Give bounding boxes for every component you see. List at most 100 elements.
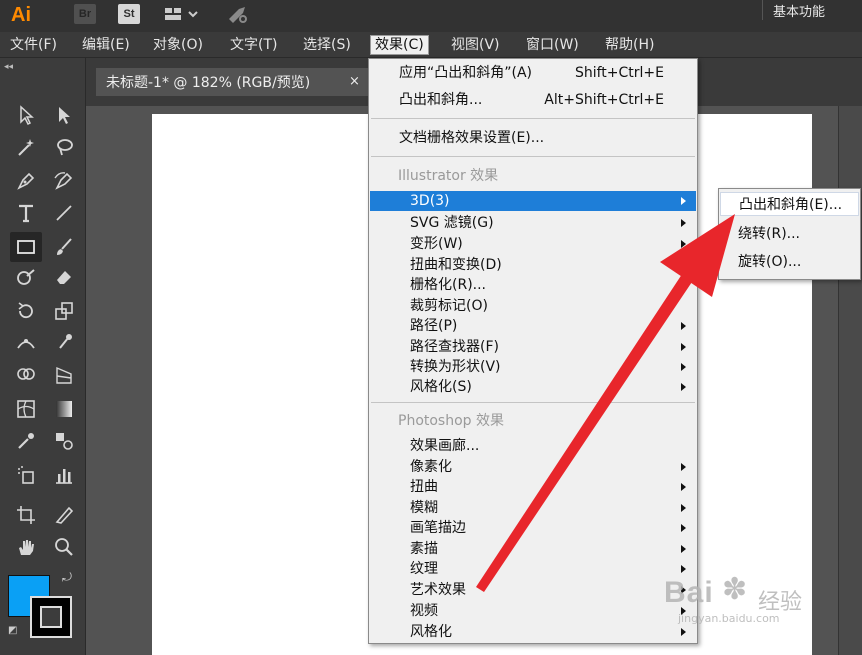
blend-tool-icon[interactable] [50, 428, 78, 454]
menu-item-label: 路径查找器(F) [410, 339, 499, 355]
last-effect-item[interactable]: 凸出和斜角... Alt+Shift+Ctrl+E [370, 90, 696, 110]
zoom-tool-icon[interactable] [50, 534, 78, 560]
effect-path-item[interactable]: 路径(P) [370, 316, 696, 336]
effect-convert-to-shape-item[interactable]: 转换为形状(V) [370, 357, 696, 377]
close-tab-icon[interactable]: × [349, 74, 360, 89]
scale-tool-icon[interactable] [50, 298, 78, 324]
gpu-rocket-icon [229, 7, 247, 23]
menu-window[interactable]: 窗口(W) [522, 35, 583, 55]
effect-distort-transform-item[interactable]: 扭曲和变换(D) [370, 255, 696, 275]
menu-item-label: 素描 [410, 541, 438, 557]
menu-item-shortcut: Alt+Shift+Ctrl+E [544, 92, 664, 108]
effect-pixelate-item[interactable]: 像素化 [370, 457, 696, 477]
menu-item-label: 纹理 [410, 561, 438, 577]
rotate-tool-icon[interactable] [12, 298, 40, 324]
photoshop-effects-header: Photoshop 效果 [398, 413, 505, 429]
revolve-item[interactable]: 绕转(R)... [720, 222, 859, 246]
menu-type[interactable]: 文字(T) [226, 35, 281, 55]
effect-artistic-item[interactable]: 艺术效果 [370, 580, 696, 600]
menu-view[interactable]: 视图(V) [447, 35, 504, 55]
menu-item-label: 风格化(S) [410, 379, 472, 395]
raster-effects-settings-item[interactable]: 文档栅格效果设置(E)... [370, 128, 696, 148]
effect-crop-marks-item[interactable]: 裁剪标记(O) [370, 296, 696, 316]
effect-gallery-item[interactable]: 效果画廊... [370, 436, 696, 456]
arrange-documents-button[interactable] [160, 4, 206, 24]
lasso-tool-icon[interactable] [50, 134, 78, 160]
effect-svg-filters-item[interactable]: SVG 滤镜(G) [370, 213, 696, 233]
mesh-tool-icon[interactable] [12, 396, 40, 422]
menu-item-label: SVG 滤镜(G) [410, 215, 494, 231]
menu-edit[interactable]: 编辑(E) [78, 35, 134, 55]
effect-video-item[interactable]: 视频 [370, 601, 696, 621]
shaper-tool-icon[interactable] [12, 264, 40, 290]
menu-select[interactable]: 选择(S) [299, 35, 355, 55]
rotate-3d-item[interactable]: 旋转(O)... [720, 250, 859, 274]
effect-ps-distort-item[interactable]: 扭曲 [370, 477, 696, 497]
gpu-performance-button[interactable] [224, 4, 252, 24]
eraser-tool-icon[interactable] [50, 264, 78, 290]
workspace-switcher[interactable]: 基本功能 [762, 0, 862, 20]
type-tool-icon[interactable] [12, 200, 40, 226]
submenu-arrow-icon [681, 463, 686, 471]
artboard-tool-icon[interactable] [12, 502, 40, 528]
menu-item-label: 路径(P) [410, 318, 458, 334]
effect-pathfinder-item[interactable]: 路径查找器(F) [370, 337, 696, 357]
submenu-arrow-icon [681, 628, 686, 636]
shape-builder-tool-icon[interactable] [12, 362, 40, 388]
menu-item-label: 扭曲 [410, 479, 438, 495]
effect-stylize-item[interactable]: 风格化(S) [370, 377, 696, 397]
default-fill-stroke-icon[interactable]: ◩ [8, 625, 17, 636]
effect-brush-strokes-item[interactable]: 画笔描边 [370, 518, 696, 538]
hand-tool-icon[interactable] [12, 534, 40, 560]
submenu-arrow-icon [681, 197, 686, 205]
menu-item-label: 画笔描边 [410, 520, 466, 536]
menu-effect[interactable]: 效果(C) [370, 35, 429, 55]
extrude-bevel-item[interactable]: 凸出和斜角(E)... [720, 192, 859, 216]
gradient-tool-icon[interactable] [50, 396, 78, 422]
illustrator-logo: Ai [11, 3, 31, 26]
submenu-arrow-icon [681, 383, 686, 391]
paintbrush-tool-icon[interactable] [50, 234, 78, 260]
collapse-panel-icon[interactable]: ◂◂ [4, 62, 13, 72]
column-graph-tool-icon[interactable] [50, 462, 78, 488]
menu-item-label: 艺术效果 [410, 582, 466, 598]
width-tool-icon[interactable] [12, 330, 40, 356]
menu-item-label: 凸出和斜角... [399, 92, 483, 108]
menu-item-label: 文档栅格效果设置(E)... [399, 130, 545, 146]
submenu-arrow-icon [681, 343, 686, 351]
effect-warp-item[interactable]: 变形(W) [370, 234, 696, 254]
menu-help[interactable]: 帮助(H) [601, 35, 658, 55]
document-tab[interactable]: 未标题-1* @ 182% (RGB/预览) [96, 68, 368, 96]
bridge-button[interactable]: Br [74, 4, 96, 24]
direct-selection-tool-icon[interactable] [50, 102, 78, 128]
submenu-arrow-icon [681, 524, 686, 532]
slice-tool-icon[interactable] [50, 502, 78, 528]
eyedropper-tool-icon[interactable] [12, 428, 40, 454]
line-segment-tool-icon[interactable] [50, 200, 78, 226]
stock-button[interactable]: St [118, 4, 140, 24]
submenu-arrow-icon [681, 504, 686, 512]
stroke-color-swatch[interactable] [30, 596, 72, 638]
submenu-arrow-icon [681, 565, 686, 573]
effect-blur-item[interactable]: 模糊 [370, 498, 696, 518]
curvature-tool-icon[interactable] [50, 168, 78, 194]
menu-object[interactable]: 对象(O) [149, 35, 207, 55]
pen-tool-icon[interactable] [12, 168, 40, 194]
effect-sketch-item[interactable]: 素描 [370, 539, 696, 559]
symbol-sprayer-tool-icon[interactable] [12, 462, 40, 488]
effect-texture-item[interactable]: 纹理 [370, 559, 696, 579]
effect-rasterize-item[interactable]: 栅格化(R)... [370, 275, 696, 295]
effect-3d-item[interactable]: 3D(3) [370, 191, 696, 211]
effect-ps-stylize-item[interactable]: 风格化 [370, 622, 696, 642]
apply-last-effect-item[interactable]: 应用“凸出和斜角”(A) Shift+Ctrl+E [370, 63, 696, 83]
selection-tool-icon[interactable] [12, 102, 40, 128]
perspective-grid-tool-icon[interactable] [50, 362, 78, 388]
rectangle-tool-icon[interactable] [10, 232, 42, 262]
swap-fill-stroke-icon[interactable]: ⤾ [62, 570, 72, 585]
submenu-arrow-icon [681, 219, 686, 227]
menu-file[interactable]: 文件(F) [6, 35, 61, 55]
magic-wand-tool-icon[interactable] [12, 134, 40, 160]
puppet-warp-tool-icon[interactable] [50, 330, 78, 356]
submenu-arrow-icon [681, 483, 686, 491]
menu-item-label: 栅格化(R)... [410, 277, 487, 293]
